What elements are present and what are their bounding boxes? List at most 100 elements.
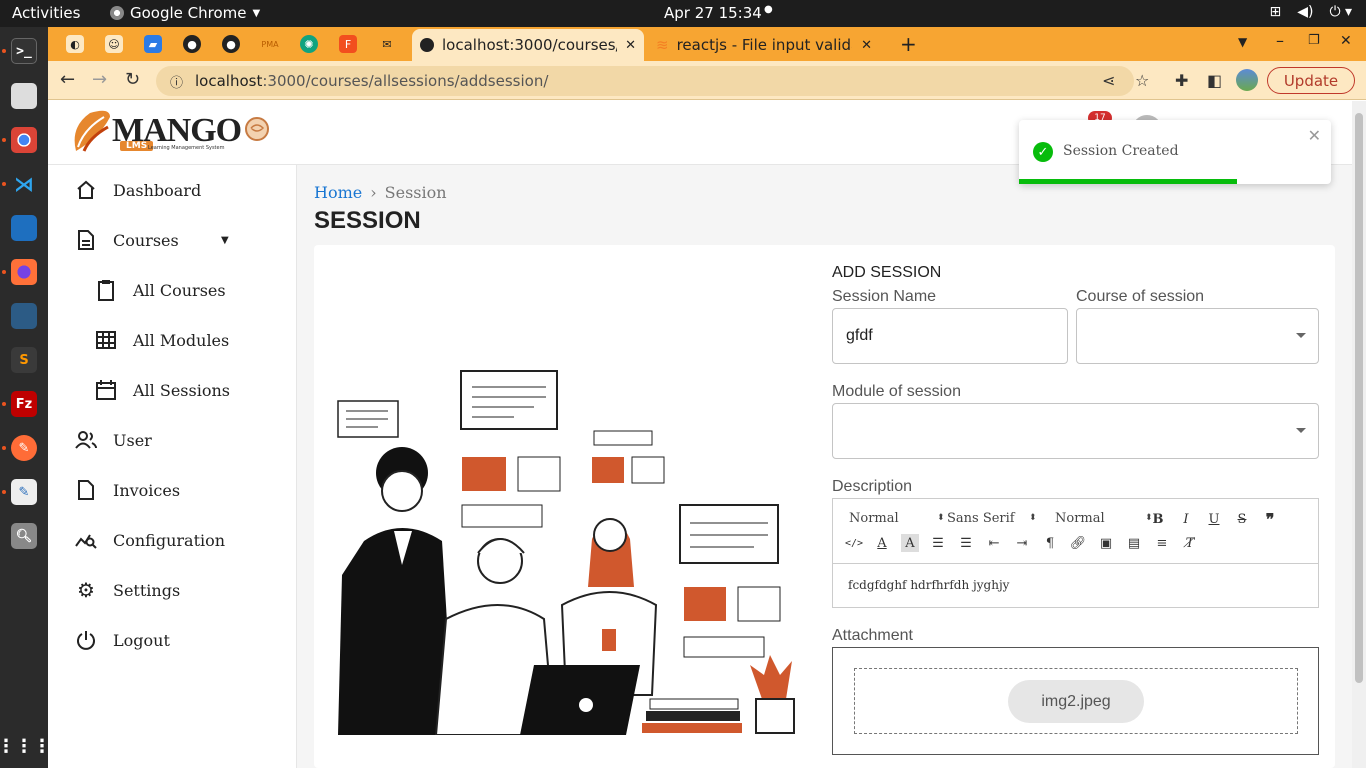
extensions-icon[interactable]: ✚ — [1175, 71, 1188, 90]
ordered-list-icon[interactable]: ☰ — [929, 534, 947, 552]
update-button[interactable]: Update — [1267, 67, 1355, 94]
breadcrumb-home-link[interactable]: Home — [314, 183, 362, 202]
sidebar-item-configuration[interactable]: Configuration — [48, 520, 297, 560]
outdent-icon[interactable]: ⇤ — [985, 534, 1003, 552]
course-select[interactable] — [1076, 308, 1319, 364]
text-direction-icon[interactable]: ¶ — [1041, 534, 1059, 552]
text-color-icon[interactable]: A — [873, 534, 891, 552]
bold-icon[interactable]: B — [1149, 510, 1167, 528]
tab-reactjs[interactable]: ≋ reactjs - File input validati ✕ — [648, 29, 880, 61]
bullet-list-icon[interactable]: ☰ — [957, 534, 975, 552]
bookmark-star-icon[interactable]: ☆ — [1135, 71, 1149, 90]
tab-search-icon[interactable]: ▼ — [1238, 35, 1247, 49]
blockquote-icon[interactable]: ❞ — [1261, 510, 1279, 529]
chrome-dock-icon[interactable] — [11, 127, 37, 153]
vscode-icon[interactable]: ⋊ — [11, 171, 37, 197]
terminal-icon[interactable]: >_ — [11, 38, 37, 64]
running-dot — [2, 490, 6, 494]
mango-logo[interactable]: MANGO LMS Learning Management System — [70, 107, 271, 155]
pinned-tab-icon[interactable]: ◐ — [66, 35, 84, 53]
volume-icon[interactable]: ◀) — [1297, 4, 1313, 20]
sidebar-item-all-sessions[interactable]: All Sessions — [48, 370, 297, 410]
close-tab-icon[interactable]: ✕ — [625, 38, 636, 53]
clock[interactable]: Apr 27 15:34 — [664, 4, 762, 22]
italic-icon[interactable]: I — [1177, 510, 1195, 528]
os-top-bar: Activities Google Chrome ▼ Apr 27 15:34 … — [0, 0, 1366, 27]
dropdown-arrow-icon — [1296, 333, 1306, 338]
activities-button[interactable]: Activities — [12, 4, 80, 22]
page-scrollbar[interactable] — [1352, 101, 1366, 768]
underline-icon[interactable]: U — [1205, 510, 1223, 528]
mail-icon[interactable]: ✉ — [378, 35, 396, 53]
stackoverflow-icon: ≋ — [656, 36, 669, 54]
video-icon[interactable]: ▤ — [1125, 534, 1143, 552]
sidebar-item-user[interactable]: User — [48, 420, 297, 460]
show-apps-icon[interactable]: ⋮⋮⋮ — [0, 733, 51, 759]
close-toast-icon[interactable]: ✕ — [1308, 126, 1321, 145]
close-tab-icon[interactable]: ✕ — [861, 38, 872, 53]
image-viewer-icon[interactable]: 🔍︎ — [11, 523, 37, 549]
sidebar-item-all-modules[interactable]: All Modules — [48, 320, 297, 360]
close-window-icon[interactable]: ✕ — [1340, 33, 1352, 49]
chatgpt-icon[interactable]: ✺ — [300, 35, 318, 53]
code-block-icon[interactable]: </> — [845, 534, 863, 552]
forward-icon[interactable]: → — [92, 69, 107, 90]
network-icon[interactable]: ⊞ — [1269, 4, 1281, 20]
address-bar[interactable]: ⓘ localhost:3000/courses/allsessions/add… — [156, 66, 1134, 96]
image-icon[interactable]: ▣ — [1097, 534, 1115, 552]
share-icon[interactable]: ⋖ — [1102, 71, 1115, 90]
breadcrumb-current: Session — [384, 183, 447, 202]
tab-localhost[interactable]: localhost:3000/courses/al ✕ — [412, 29, 644, 61]
figma-icon[interactable]: F — [339, 35, 357, 53]
link-icon[interactable]: 🔗︎ — [1069, 534, 1087, 552]
github-icon[interactable]: ● — [222, 35, 240, 53]
sidebar-item-invoices[interactable]: Invoices — [48, 470, 297, 510]
profile-avatar[interactable] — [1236, 69, 1258, 91]
attached-file-chip[interactable]: img2.jpeg — [1008, 680, 1144, 723]
files-icon[interactable] — [11, 83, 37, 109]
power-menu-icon[interactable]: ⏻ ▾ — [1329, 4, 1352, 20]
text-editor-icon[interactable]: ✎ — [11, 479, 37, 505]
session-name-input[interactable]: gfdf — [832, 308, 1068, 364]
sidebar-item-logout[interactable]: Logout — [48, 620, 297, 660]
strike-icon[interactable]: S — [1233, 510, 1251, 528]
site-info-icon[interactable]: ⓘ — [170, 72, 183, 91]
header-select[interactable]: Normal ⬍ — [849, 511, 945, 526]
clear-format-icon[interactable]: T̸ — [1181, 534, 1199, 552]
size-select[interactable]: Normal ⬍ — [1055, 511, 1153, 526]
reload-icon[interactable]: ↻ — [125, 69, 140, 90]
sidebar-item-settings[interactable]: ⚙ Settings — [48, 570, 297, 610]
sublime-icon[interactable]: S — [11, 347, 37, 373]
indent-icon[interactable]: ⇥ — [1013, 534, 1031, 552]
mysql-workbench-icon[interactable] — [11, 303, 37, 329]
clipboard-icon — [95, 279, 117, 301]
app-menu[interactable]: Google Chrome ▼ — [110, 4, 260, 22]
pinned-tab-icon[interactable]: ▰ — [144, 35, 162, 53]
running-dot — [2, 182, 6, 186]
github-icon[interactable]: ● — [183, 35, 201, 53]
editor-toolbar: Normal ⬍ Sans Serif ⬍ Normal ⬍ B I U S ❞ </… — [833, 499, 1318, 564]
sidebar-item-all-courses[interactable]: All Courses — [48, 270, 297, 310]
module-select[interactable] — [832, 403, 1319, 459]
minimize-icon[interactable]: – — [1276, 31, 1284, 50]
scrollbar-thumb[interactable] — [1355, 113, 1363, 683]
background-color-icon[interactable]: A — [901, 534, 919, 552]
session-name-label: Session Name — [832, 288, 937, 305]
back-icon[interactable]: ← — [60, 69, 75, 90]
sidebar-item-courses[interactable]: Courses ▼ — [48, 220, 297, 260]
font-select[interactable]: Sans Serif ⬍ — [947, 511, 1037, 526]
file-dropzone[interactable]: img2.jpeg — [854, 668, 1298, 734]
new-tab-icon[interactable]: + — [900, 32, 917, 56]
firefox-icon[interactable] — [11, 259, 37, 285]
editor-content[interactable]: fcdgfdghf hdrfhrfdh jyghjy — [848, 578, 1009, 592]
phpmyadmin-icon[interactable]: PMA — [261, 35, 279, 53]
postman-icon[interactable]: ✎ — [11, 435, 37, 461]
align-icon[interactable]: ≡ — [1153, 534, 1171, 552]
sidebar-item-dashboard[interactable]: Dashboard — [48, 170, 297, 210]
filezilla-icon[interactable]: Fz — [11, 391, 37, 417]
maximize-icon[interactable]: ❐ — [1308, 33, 1320, 48]
pinned-tab-icon[interactable]: ☺ — [105, 35, 123, 53]
page-title: SESSION — [314, 207, 421, 234]
writer-icon[interactable] — [11, 215, 37, 241]
side-panel-icon[interactable]: ◧ — [1207, 71, 1222, 90]
